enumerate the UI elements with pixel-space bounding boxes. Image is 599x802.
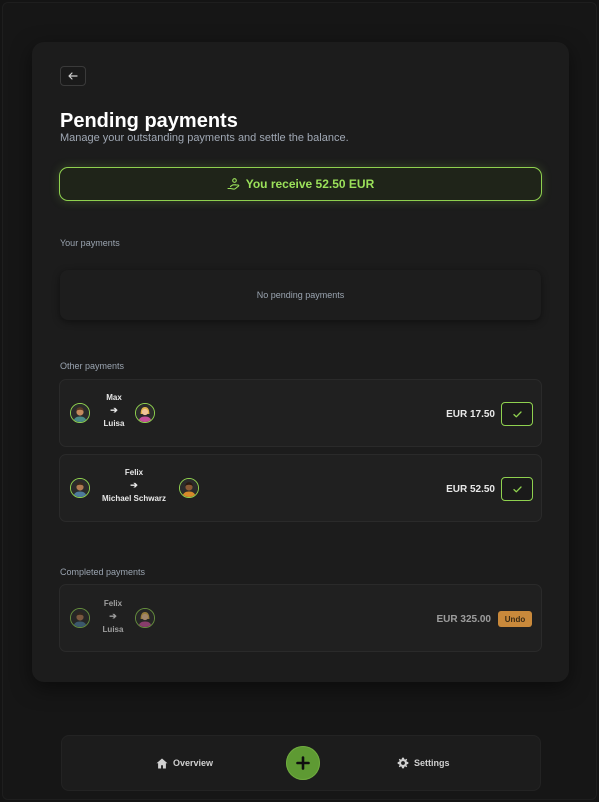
- empty-state-text: No pending payments: [256, 290, 345, 300]
- completed-content: Felix ➔ Luisa EUR 325.00: [60, 585, 541, 651]
- payment-parties: Felix ➔ Luisa: [100, 599, 126, 634]
- payee-name: Luisa: [103, 419, 125, 428]
- payee-name: Michael Schwarz: [101, 494, 167, 503]
- page-title: Pending payments: [60, 110, 238, 132]
- nav-overview[interactable]: Overview: [156, 736, 213, 790]
- arrow-right-icon: ➔: [110, 405, 118, 415]
- plus-icon: [296, 756, 310, 770]
- arrow-left-icon: [68, 72, 78, 80]
- settle-button[interactable]: [501, 477, 533, 501]
- balance-text: You receive 52.50 EUR: [245, 177, 375, 191]
- other-payments-label: Other payments: [60, 361, 125, 371]
- back-button[interactable]: [60, 66, 86, 86]
- avatar-man-icon: [180, 479, 198, 497]
- arrow-right-icon: ➔: [109, 611, 117, 621]
- balance-banner: You receive 52.50 EUR: [59, 167, 542, 201]
- avatar-michael: [179, 478, 199, 498]
- arrow-right-icon: ➔: [130, 480, 138, 490]
- add-payment-button[interactable]: [286, 746, 320, 780]
- page-subtitle: Manage your outstanding payments and set…: [60, 132, 349, 144]
- payment-parties: Felix ➔ Michael Schwarz: [100, 468, 168, 503]
- payment-row: Max ➔ Luisa EUR 17.50: [59, 379, 542, 447]
- your-payments-label: Your payments: [60, 238, 120, 248]
- your-payments-empty: No pending payments: [60, 270, 541, 320]
- payer-name: Felix: [124, 468, 144, 477]
- avatar-max: [70, 403, 90, 423]
- avatar-man-icon: [71, 404, 89, 422]
- completed-payment-row: Felix ➔ Luisa EUR 325.00 Undo: [59, 584, 542, 652]
- payment-amount: EUR 325.00: [436, 614, 491, 625]
- payment-amount: EUR 52.50: [446, 484, 495, 495]
- payer-name: Max: [106, 393, 122, 402]
- payment-parties: Max ➔ Luisa: [102, 393, 126, 428]
- avatar-felix: [70, 478, 90, 498]
- avatar-luisa: [135, 403, 155, 423]
- avatar-man-icon: [71, 609, 89, 627]
- avatar-woman-icon: [136, 609, 154, 627]
- settle-button[interactable]: [501, 402, 533, 426]
- nav-settings-label: Settings: [414, 758, 450, 768]
- bottom-nav: Overview Settings: [61, 735, 541, 791]
- nav-settings[interactable]: Settings: [397, 736, 450, 790]
- check-icon: [512, 485, 522, 492]
- payment-amount: EUR 17.50: [446, 409, 495, 420]
- completed-payments-label: Completed payments: [60, 567, 146, 577]
- avatar-woman-icon: [136, 404, 154, 422]
- home-icon: [156, 758, 168, 768]
- payee-name: Luisa: [102, 625, 124, 634]
- nav-overview-label: Overview: [173, 758, 214, 768]
- check-icon: [512, 410, 522, 417]
- hand-coins-icon: [227, 178, 240, 190]
- avatar-luisa: [135, 608, 155, 628]
- payer-name: Felix: [103, 599, 123, 608]
- payment-row: Felix ➔ Michael Schwarz EUR 52.50: [59, 454, 542, 522]
- undo-button[interactable]: Undo: [498, 611, 532, 627]
- avatar-man-icon: [71, 479, 89, 497]
- gear-icon: [397, 757, 409, 769]
- avatar-felix: [70, 608, 90, 628]
